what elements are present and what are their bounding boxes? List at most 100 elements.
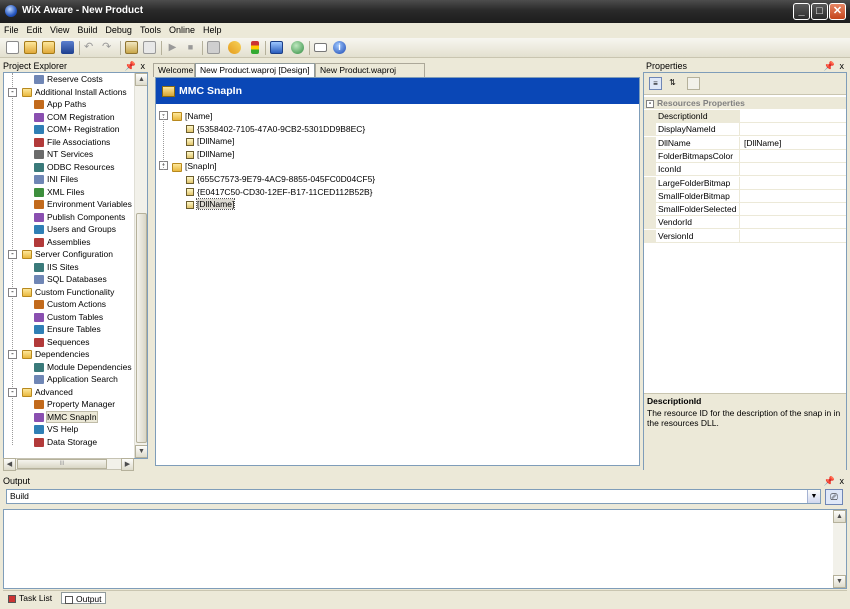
property-row[interactable]: VersionId xyxy=(644,229,846,243)
alphabetical-sort-icon[interactable]: ⇅ xyxy=(666,77,679,90)
hscroll-thumb[interactable]: III xyxy=(17,459,107,469)
menu-online[interactable]: Online xyxy=(165,23,199,38)
snapin-node[interactable]: {655C7573-9E79-4AC9-8855-045FC0D04CF5} xyxy=(186,173,375,185)
scroll-down-button[interactable]: ▼ xyxy=(135,445,147,458)
property-value[interactable] xyxy=(741,150,845,163)
property-group[interactable]: - Resources Properties xyxy=(644,97,846,109)
menu-tools[interactable]: Tools xyxy=(136,23,165,38)
output-scrollbar[interactable]: ▲ ▼ xyxy=(833,510,846,588)
tab-output[interactable]: Output xyxy=(61,592,106,604)
property-value[interactable] xyxy=(741,163,845,176)
scroll-right-button[interactable]: ▶ xyxy=(121,458,134,471)
tree-item[interactable]: Assemblies xyxy=(34,236,90,249)
new-file-icon[interactable] xyxy=(6,41,19,54)
property-pages-icon[interactable] xyxy=(687,77,700,90)
snapin-node[interactable]: {E0417C50-CD30-12EF-B17-11CED112B52B} xyxy=(186,186,372,198)
collapse-icon[interactable]: - xyxy=(646,99,654,108)
property-value[interactable] xyxy=(741,216,845,229)
step-icon[interactable] xyxy=(207,41,220,54)
property-value[interactable] xyxy=(741,123,845,136)
tree-item[interactable]: Custom Actions xyxy=(34,298,106,311)
output-text-area[interactable]: ▲ ▼ xyxy=(3,509,847,589)
globe-icon[interactable] xyxy=(291,41,304,54)
property-value[interactable] xyxy=(741,203,845,216)
collapse-icon[interactable]: - xyxy=(8,250,17,259)
tree-item[interactable]: Sequences xyxy=(34,336,90,349)
close-icon[interactable]: x xyxy=(840,476,845,487)
undo-icon[interactable]: ↶ xyxy=(84,41,97,54)
tree-item[interactable]: Reserve Costs xyxy=(34,73,103,86)
property-value[interactable]: [DllName] xyxy=(741,137,845,150)
snapin-node[interactable]: [DllName] xyxy=(186,135,234,147)
pin-icon[interactable]: 📌 xyxy=(824,61,835,72)
minimize-button[interactable]: _ xyxy=(793,3,810,20)
tab-xml[interactable]: New Product.waproj [XML] xyxy=(315,63,425,88)
property-row[interactable]: DisplayNameId xyxy=(644,123,846,137)
collapse-icon[interactable]: - xyxy=(8,87,17,97)
tree-item[interactable]: Property Manager xyxy=(34,398,115,411)
tree-item[interactable]: - Additional Install Actions xyxy=(8,86,127,99)
collapse-icon[interactable]: - xyxy=(8,350,17,359)
maximize-button[interactable]: □ xyxy=(811,3,828,20)
tree-item[interactable]: - Server Configuration xyxy=(8,248,113,261)
snapin-node[interactable]: - [Name] xyxy=(159,110,212,122)
tree-item[interactable]: App Paths xyxy=(34,98,86,111)
property-row[interactable]: IconId xyxy=(644,163,846,177)
categorized-icon[interactable]: ≡ xyxy=(649,77,662,90)
menu-view[interactable]: View xyxy=(46,23,73,38)
traffic-light-icon[interactable] xyxy=(251,41,259,54)
tree-item[interactable]: Ensure Tables xyxy=(34,323,101,336)
property-row[interactable]: SmallFolderSelected xyxy=(644,203,846,217)
property-row[interactable]: SmallFolderBitmap xyxy=(644,189,846,203)
menu-help[interactable]: Help xyxy=(199,23,226,38)
property-row[interactable]: FolderBitmapsColor xyxy=(644,149,846,163)
stop-icon[interactable]: ■ xyxy=(184,41,197,54)
scroll-down-button[interactable]: ▼ xyxy=(833,575,846,588)
property-row[interactable]: DllName [DllName] xyxy=(644,136,846,150)
open-folder-icon[interactable] xyxy=(42,41,55,54)
pin-icon[interactable]: 📌 xyxy=(125,61,136,72)
tree-item[interactable]: NT Services xyxy=(34,148,93,161)
tree-item[interactable]: - Dependencies xyxy=(8,348,89,361)
deploy-icon[interactable] xyxy=(270,41,283,54)
menu-debug[interactable]: Debug xyxy=(101,23,136,38)
tree-item[interactable]: - Custom Functionality xyxy=(8,286,114,299)
snapin-node[interactable]: [DllName] xyxy=(186,148,234,160)
property-value[interactable] xyxy=(741,230,845,243)
tree-item[interactable]: Data Storage xyxy=(34,436,97,449)
tree-item[interactable]: Environment Variables xyxy=(34,198,132,211)
clear-output-icon[interactable]: ⎚ xyxy=(825,489,843,505)
close-button[interactable]: ✕ xyxy=(829,3,846,20)
tree-horizontal-scrollbar[interactable]: ◀ III ▶ xyxy=(3,458,134,471)
snapin-node[interactable]: {5358402-7105-47A0-9CB2-5301DD9B8EC} xyxy=(186,123,365,135)
tab-design[interactable]: New Product.waproj [Design] xyxy=(195,63,315,77)
redo-icon[interactable]: ↷ xyxy=(102,41,115,54)
scroll-left-button[interactable]: ◀ xyxy=(3,458,16,471)
tree-item[interactable]: MMC SnapIn xyxy=(34,410,98,424)
output-source-select[interactable]: Build ▼ xyxy=(6,489,821,504)
tree-item[interactable]: Publish Components xyxy=(34,211,125,224)
snapin-node[interactable]: - [SnapIn] xyxy=(159,160,217,172)
menu-edit[interactable]: Edit xyxy=(23,23,47,38)
tab-task-list[interactable]: Task List xyxy=(5,592,55,604)
save-icon[interactable] xyxy=(61,41,74,54)
scroll-up-button[interactable]: ▲ xyxy=(135,73,147,86)
tree-item[interactable]: Application Search xyxy=(34,373,118,386)
open-project-icon[interactable] xyxy=(24,41,37,54)
output-window-icon[interactable] xyxy=(314,43,327,52)
tree-item[interactable]: VS Help xyxy=(34,423,78,436)
build-icon[interactable] xyxy=(125,41,138,54)
tree-item[interactable]: SQL Databases xyxy=(34,273,107,286)
chevron-down-icon[interactable]: ▼ xyxy=(807,490,820,503)
menu-file[interactable]: File xyxy=(0,23,23,38)
property-value[interactable] xyxy=(741,190,845,203)
property-row[interactable]: LargeFolderBitmap xyxy=(644,176,846,190)
project-explorer-tree[interactable]: ▲ ▼ Reserve Costs - Additional Install Act… xyxy=(3,72,148,459)
tree-item[interactable]: XML Files xyxy=(34,186,84,199)
tree-item[interactable]: COM Registration xyxy=(34,111,115,124)
close-icon[interactable]: x xyxy=(141,61,146,72)
tab-welcome[interactable]: Welcome xyxy=(153,63,195,77)
tree-item[interactable]: - Advanced xyxy=(8,386,73,399)
tree-item[interactable]: ODBC Resources xyxy=(34,161,115,174)
pin-icon[interactable]: 📌 xyxy=(824,476,835,487)
